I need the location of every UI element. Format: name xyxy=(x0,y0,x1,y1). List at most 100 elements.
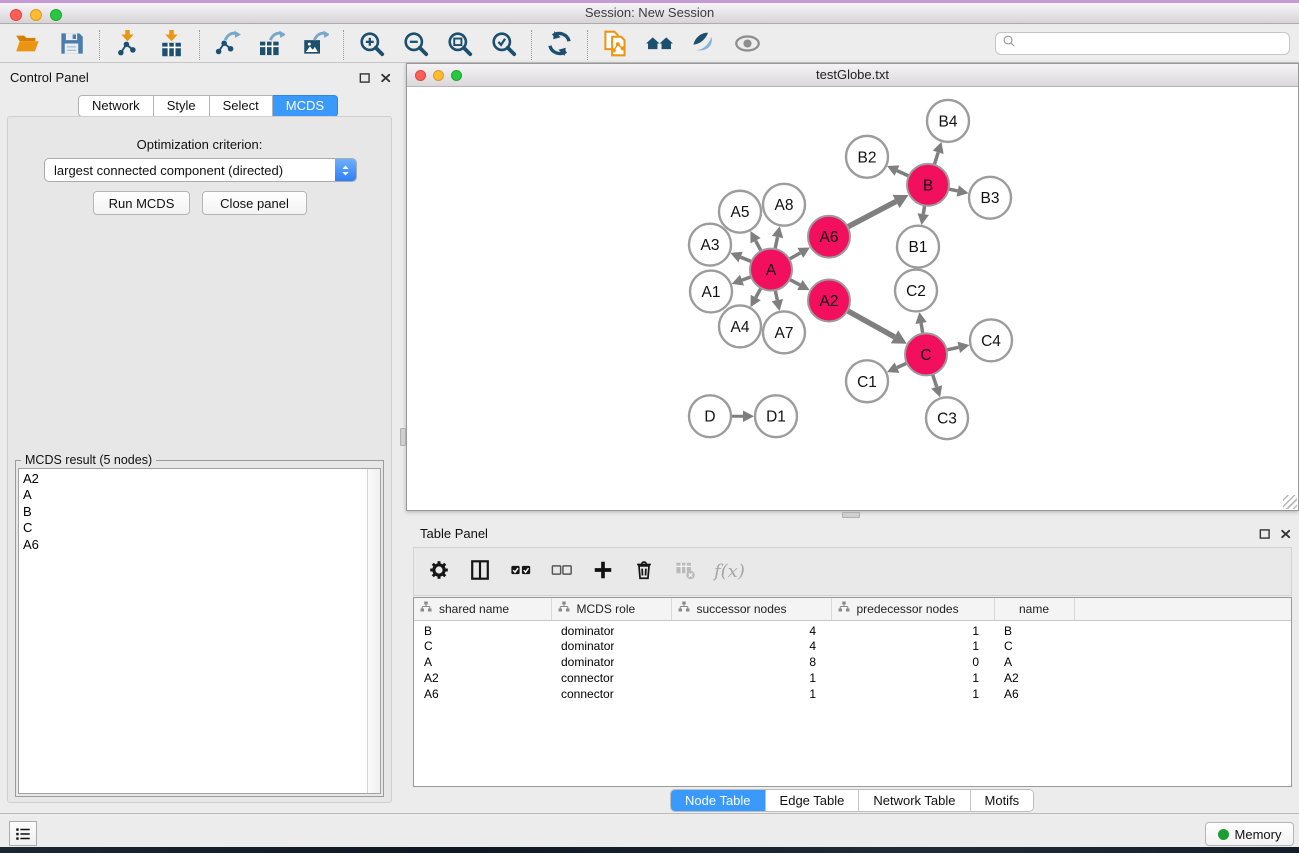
minimize-window-button[interactable] xyxy=(30,9,42,21)
table-cell[interactable]: A2 xyxy=(994,670,1074,686)
mcds-result-list[interactable]: A2ABCA6 xyxy=(18,468,381,794)
table-row[interactable]: A6connector11A6 xyxy=(414,686,1291,702)
zoom-in-button[interactable] xyxy=(357,30,386,59)
network-minimize-button[interactable] xyxy=(433,70,444,81)
table-cell[interactable]: A6 xyxy=(994,686,1074,702)
scrollbar[interactable] xyxy=(367,469,380,793)
zoom-out-button[interactable] xyxy=(401,30,430,59)
search-field[interactable] xyxy=(995,32,1290,55)
graph-node-C[interactable]: C xyxy=(905,333,947,375)
export-image-button[interactable] xyxy=(301,30,330,59)
float-panel-icon[interactable] xyxy=(1258,527,1272,541)
mcds-result-item[interactable]: A2 xyxy=(23,471,380,487)
graph-node-B4[interactable]: B4 xyxy=(927,100,969,142)
table-cell[interactable]: 1 xyxy=(671,686,831,702)
network-canvas[interactable]: B4B2BB3A5A8A6A3B1AC2A1A2A4A7C4CC1C3DD1 xyxy=(407,87,1298,510)
graph-node-A3[interactable]: A3 xyxy=(689,224,731,266)
close-window-button[interactable] xyxy=(10,9,22,21)
table-cell[interactable]: A2 xyxy=(414,670,551,686)
optimization-criterion-select[interactable]: largest connected component (directed) xyxy=(44,158,357,182)
float-panel-icon[interactable] xyxy=(358,71,372,85)
table-cell[interactable]: A xyxy=(414,654,551,670)
import-table-button[interactable] xyxy=(157,30,186,59)
tab-network[interactable]: Network xyxy=(78,95,154,117)
save-session-button[interactable] xyxy=(57,30,86,59)
mcds-result-item[interactable]: C xyxy=(23,520,380,536)
column-header-shared-name[interactable]: shared name xyxy=(414,598,551,620)
table-cell[interactable]: C xyxy=(994,638,1074,654)
graph-node-A6[interactable]: A6 xyxy=(808,216,850,258)
tab-node-table[interactable]: Node Table xyxy=(671,790,765,811)
zoom-selected-button[interactable] xyxy=(489,30,518,59)
table-cell[interactable]: A6 xyxy=(414,686,551,702)
close-panel-button[interactable]: Close panel xyxy=(202,191,307,215)
zoom-window-button[interactable] xyxy=(50,9,62,21)
search-input[interactable] xyxy=(1018,34,1289,53)
column-header-MCDS-role[interactable]: MCDS role xyxy=(551,598,671,620)
table-cell[interactable]: 1 xyxy=(831,620,994,638)
close-panel-icon[interactable] xyxy=(379,71,393,85)
export-network-button[interactable] xyxy=(213,30,242,59)
column-header-predecessor-nodes[interactable]: predecessor nodes xyxy=(831,598,994,620)
graph-node-D1[interactable]: D1 xyxy=(755,395,797,437)
graph-node-A4[interactable]: A4 xyxy=(719,305,761,347)
import-network-button[interactable] xyxy=(113,30,142,59)
task-history-button[interactable] xyxy=(9,821,37,846)
tab-edge-table[interactable]: Edge Table xyxy=(765,790,859,811)
close-panel-icon[interactable] xyxy=(1279,527,1293,541)
horizontal-split-handle[interactable] xyxy=(842,512,860,518)
table-row[interactable]: Adominator80A xyxy=(414,654,1291,670)
create-column-button[interactable] xyxy=(591,560,615,584)
table-cell[interactable]: C xyxy=(414,638,551,654)
graph-node-D[interactable]: D xyxy=(689,395,731,437)
table-cell[interactable]: 1 xyxy=(671,670,831,686)
vertical-split-handle[interactable] xyxy=(400,428,406,446)
table-cell[interactable]: dominator xyxy=(551,638,671,654)
tab-mcds[interactable]: MCDS xyxy=(273,95,338,117)
mcds-result-item[interactable]: B xyxy=(23,504,380,520)
table-cell[interactable]: 0 xyxy=(831,654,994,670)
mcds-result-item[interactable]: A6 xyxy=(23,537,380,553)
graph-node-C4[interactable]: C4 xyxy=(970,319,1012,361)
open-file-button[interactable] xyxy=(13,30,42,59)
table-cell[interactable]: 1 xyxy=(831,638,994,654)
resize-grip[interactable] xyxy=(1283,495,1297,509)
tab-style[interactable]: Style xyxy=(154,95,210,117)
graph-node-C1[interactable]: C1 xyxy=(846,360,888,402)
graph-node-C2[interactable]: C2 xyxy=(895,270,937,312)
select-all-columns-button[interactable] xyxy=(509,560,533,584)
mcds-result-item[interactable]: A xyxy=(23,487,380,503)
zoom-fit-button[interactable] xyxy=(445,30,474,59)
network-close-button[interactable] xyxy=(415,70,426,81)
table-cell[interactable]: 4 xyxy=(671,620,831,638)
show-column-panel-button[interactable] xyxy=(468,560,492,584)
table-cell[interactable]: A xyxy=(994,654,1074,670)
table-cell[interactable]: 4 xyxy=(671,638,831,654)
graph-node-B2[interactable]: B2 xyxy=(846,136,888,178)
tab-select[interactable]: Select xyxy=(210,95,273,117)
table-cell[interactable]: connector xyxy=(551,686,671,702)
unselect-all-columns-button[interactable] xyxy=(550,560,574,584)
run-mcds-button[interactable]: Run MCDS xyxy=(93,191,190,215)
graph-node-B1[interactable]: B1 xyxy=(897,226,939,268)
table-cell[interactable]: B xyxy=(414,620,551,638)
graph-node-C3[interactable]: C3 xyxy=(926,397,968,439)
first-neighbors-button[interactable] xyxy=(645,30,674,59)
network-zoom-button[interactable] xyxy=(451,70,462,81)
new-network-from-selection-button[interactable] xyxy=(601,30,630,59)
table-cell[interactable]: dominator xyxy=(551,654,671,670)
tab-network-table[interactable]: Network Table xyxy=(858,790,969,811)
delete-columns-button[interactable] xyxy=(632,560,656,584)
table-row[interactable]: Cdominator41C xyxy=(414,638,1291,654)
table-cell[interactable]: connector xyxy=(551,670,671,686)
apply-preferred-layout-button[interactable] xyxy=(545,30,574,59)
tab-motifs[interactable]: Motifs xyxy=(970,790,1034,811)
table-cell[interactable]: 1 xyxy=(831,686,994,702)
table-settings-button[interactable] xyxy=(427,560,451,584)
table-row[interactable]: Bdominator41B xyxy=(414,620,1291,638)
graph-node-A5[interactable]: A5 xyxy=(719,191,761,233)
network-window-titlebar[interactable]: testGlobe.txt xyxy=(407,64,1298,87)
hide-selected-button[interactable] xyxy=(689,30,718,59)
graph-node-A[interactable]: A xyxy=(750,249,792,291)
table-cell[interactable]: dominator xyxy=(551,620,671,638)
